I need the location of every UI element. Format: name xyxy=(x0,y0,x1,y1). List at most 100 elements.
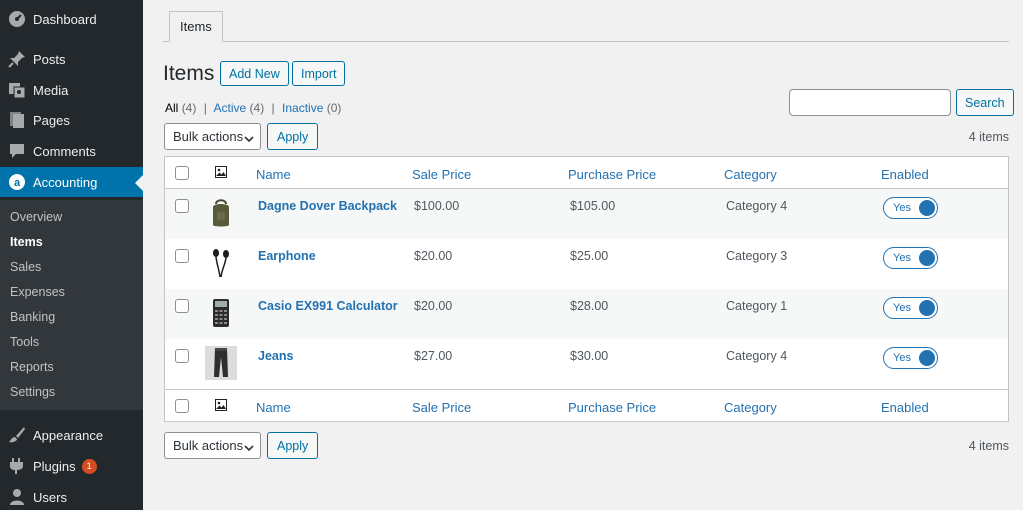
item-name-link[interactable]: Dagne Dover Backpack xyxy=(258,199,397,213)
sale-price: $100.00 xyxy=(414,199,460,213)
submenu-expenses[interactable]: Expenses xyxy=(10,285,65,299)
enabled-toggle[interactable]: Yes xyxy=(883,347,938,369)
column-sale-price[interactable]: Sale Price xyxy=(412,167,471,182)
bulk-actions-label: Bulk actions xyxy=(173,438,244,453)
toggle-label: Yes xyxy=(893,352,911,364)
menu-label: Users xyxy=(33,489,67,505)
filter-all-count: (4) xyxy=(181,101,197,115)
filter-active-count: (4) xyxy=(249,101,265,115)
table-footer: Name Sale Price Purchase Price Category … xyxy=(165,389,1008,421)
column-category[interactable]: Category xyxy=(724,400,777,415)
filter-separator: | xyxy=(203,101,207,115)
main-content: Items Items Add New Import All (4) | Act… xyxy=(143,0,1023,510)
calculator-thumbnail[interactable] xyxy=(205,296,237,330)
toggle-label: Yes xyxy=(893,252,911,264)
submenu-reports[interactable]: Reports xyxy=(10,360,54,374)
submenu-tools[interactable]: Tools xyxy=(10,335,39,349)
brush-icon xyxy=(7,425,27,445)
enabled-toggle[interactable]: Yes xyxy=(883,297,938,319)
menu-accounting[interactable]: a Accounting xyxy=(0,167,143,197)
table-row: Dagne Dover Backpack $100.00 $105.00 Cat… xyxy=(165,189,1008,239)
menu-appearance[interactable]: Appearance xyxy=(0,420,143,450)
submenu-sales[interactable]: Sales xyxy=(10,260,41,274)
filter-all[interactable]: All xyxy=(165,101,178,115)
filter-separator: | xyxy=(271,101,275,115)
sale-price: $20.00 xyxy=(414,299,453,313)
category: Category 4 xyxy=(726,349,788,363)
search-button[interactable]: Search xyxy=(956,89,1014,116)
pin-icon xyxy=(7,49,27,69)
column-category[interactable]: Category xyxy=(724,167,777,182)
column-purchase-price[interactable]: Purchase Price xyxy=(568,400,656,415)
sale-price: $20.00 xyxy=(414,249,453,263)
submenu-banking[interactable]: Banking xyxy=(10,310,55,324)
backpack-thumbnail[interactable] xyxy=(205,196,237,230)
filter-active[interactable]: Active xyxy=(214,101,247,115)
column-sale-price[interactable]: Sale Price xyxy=(412,400,471,415)
add-new-button[interactable]: Add New xyxy=(220,61,289,86)
item-name-link[interactable]: Jeans xyxy=(258,349,293,363)
row-checkbox[interactable] xyxy=(175,349,189,363)
column-enabled[interactable]: Enabled xyxy=(881,400,929,415)
menu-label: Comments xyxy=(33,143,96,159)
bulk-actions-select[interactable]: Bulk actions xyxy=(164,123,261,150)
row-checkbox[interactable] xyxy=(175,199,189,213)
dashboard-icon xyxy=(7,9,27,29)
filter-inactive[interactable]: Inactive xyxy=(282,101,323,115)
media-icon xyxy=(7,80,27,100)
search-input[interactable] xyxy=(789,89,951,116)
bulk-actions-select[interactable]: Bulk actions xyxy=(164,432,261,459)
table-row: Jeans $27.00 $30.00 Category 4 Yes xyxy=(165,339,1008,389)
menu-posts[interactable]: Posts xyxy=(0,44,143,74)
toggle-knob xyxy=(919,250,935,266)
apply-button[interactable]: Apply xyxy=(267,432,319,459)
plugin-update-badge: 1 xyxy=(81,458,97,474)
menu-comments[interactable]: Comments xyxy=(0,136,143,166)
item-count: 4 items xyxy=(968,439,1009,453)
item-name-link[interactable]: Earphone xyxy=(258,249,316,263)
menu-dashboard[interactable]: Dashboard xyxy=(0,4,143,34)
column-enabled[interactable]: Enabled xyxy=(881,167,929,182)
select-all-checkbox[interactable] xyxy=(175,399,189,413)
table-row: Casio EX991 Calculator $20.00 $28.00 Cat… xyxy=(165,289,1008,339)
menu-label: Posts xyxy=(33,51,66,67)
item-count: 4 items xyxy=(968,130,1009,144)
menu-label: Accounting xyxy=(33,174,98,190)
svg-text:a: a xyxy=(14,177,21,189)
comment-icon xyxy=(7,141,27,161)
submenu-settings[interactable]: Settings xyxy=(10,385,55,399)
menu-media[interactable]: Media xyxy=(0,75,143,105)
menu-users[interactable]: Users xyxy=(0,482,143,510)
category: Category 4 xyxy=(726,199,788,213)
menu-plugins[interactable]: Plugins 1 xyxy=(0,451,143,481)
enabled-toggle[interactable]: Yes xyxy=(883,247,938,269)
submenu-overview[interactable]: Overview xyxy=(10,210,62,224)
accounting-icon: a xyxy=(7,172,27,192)
column-purchase-price[interactable]: Purchase Price xyxy=(568,167,656,182)
menu-label: Pages xyxy=(33,112,70,128)
purchase-price: $28.00 xyxy=(570,299,609,313)
select-all-checkbox[interactable] xyxy=(175,166,189,180)
apply-button[interactable]: Apply xyxy=(267,123,319,150)
menu-label: Plugins xyxy=(33,458,76,474)
image-icon xyxy=(215,399,227,414)
tab-items[interactable]: Items xyxy=(169,11,223,42)
enabled-toggle[interactable]: Yes xyxy=(883,197,938,219)
import-button[interactable]: Import xyxy=(292,61,346,86)
row-checkbox[interactable] xyxy=(175,249,189,263)
jeans-thumbnail[interactable] xyxy=(205,346,237,380)
column-name[interactable]: Name xyxy=(256,167,291,182)
column-name[interactable]: Name xyxy=(256,400,291,415)
category: Category 1 xyxy=(726,299,788,313)
toggle-label: Yes xyxy=(893,202,911,214)
toggle-knob xyxy=(919,350,935,366)
user-icon xyxy=(7,487,27,507)
row-checkbox[interactable] xyxy=(175,299,189,313)
menu-pages[interactable]: Pages xyxy=(0,105,143,135)
toggle-knob xyxy=(919,300,935,316)
earphone-thumbnail[interactable] xyxy=(205,246,237,280)
pages-icon xyxy=(7,110,27,130)
item-name-link[interactable]: Casio EX991 Calculator xyxy=(258,299,398,313)
submenu-items[interactable]: Items xyxy=(10,235,43,249)
plugin-icon xyxy=(7,456,27,476)
